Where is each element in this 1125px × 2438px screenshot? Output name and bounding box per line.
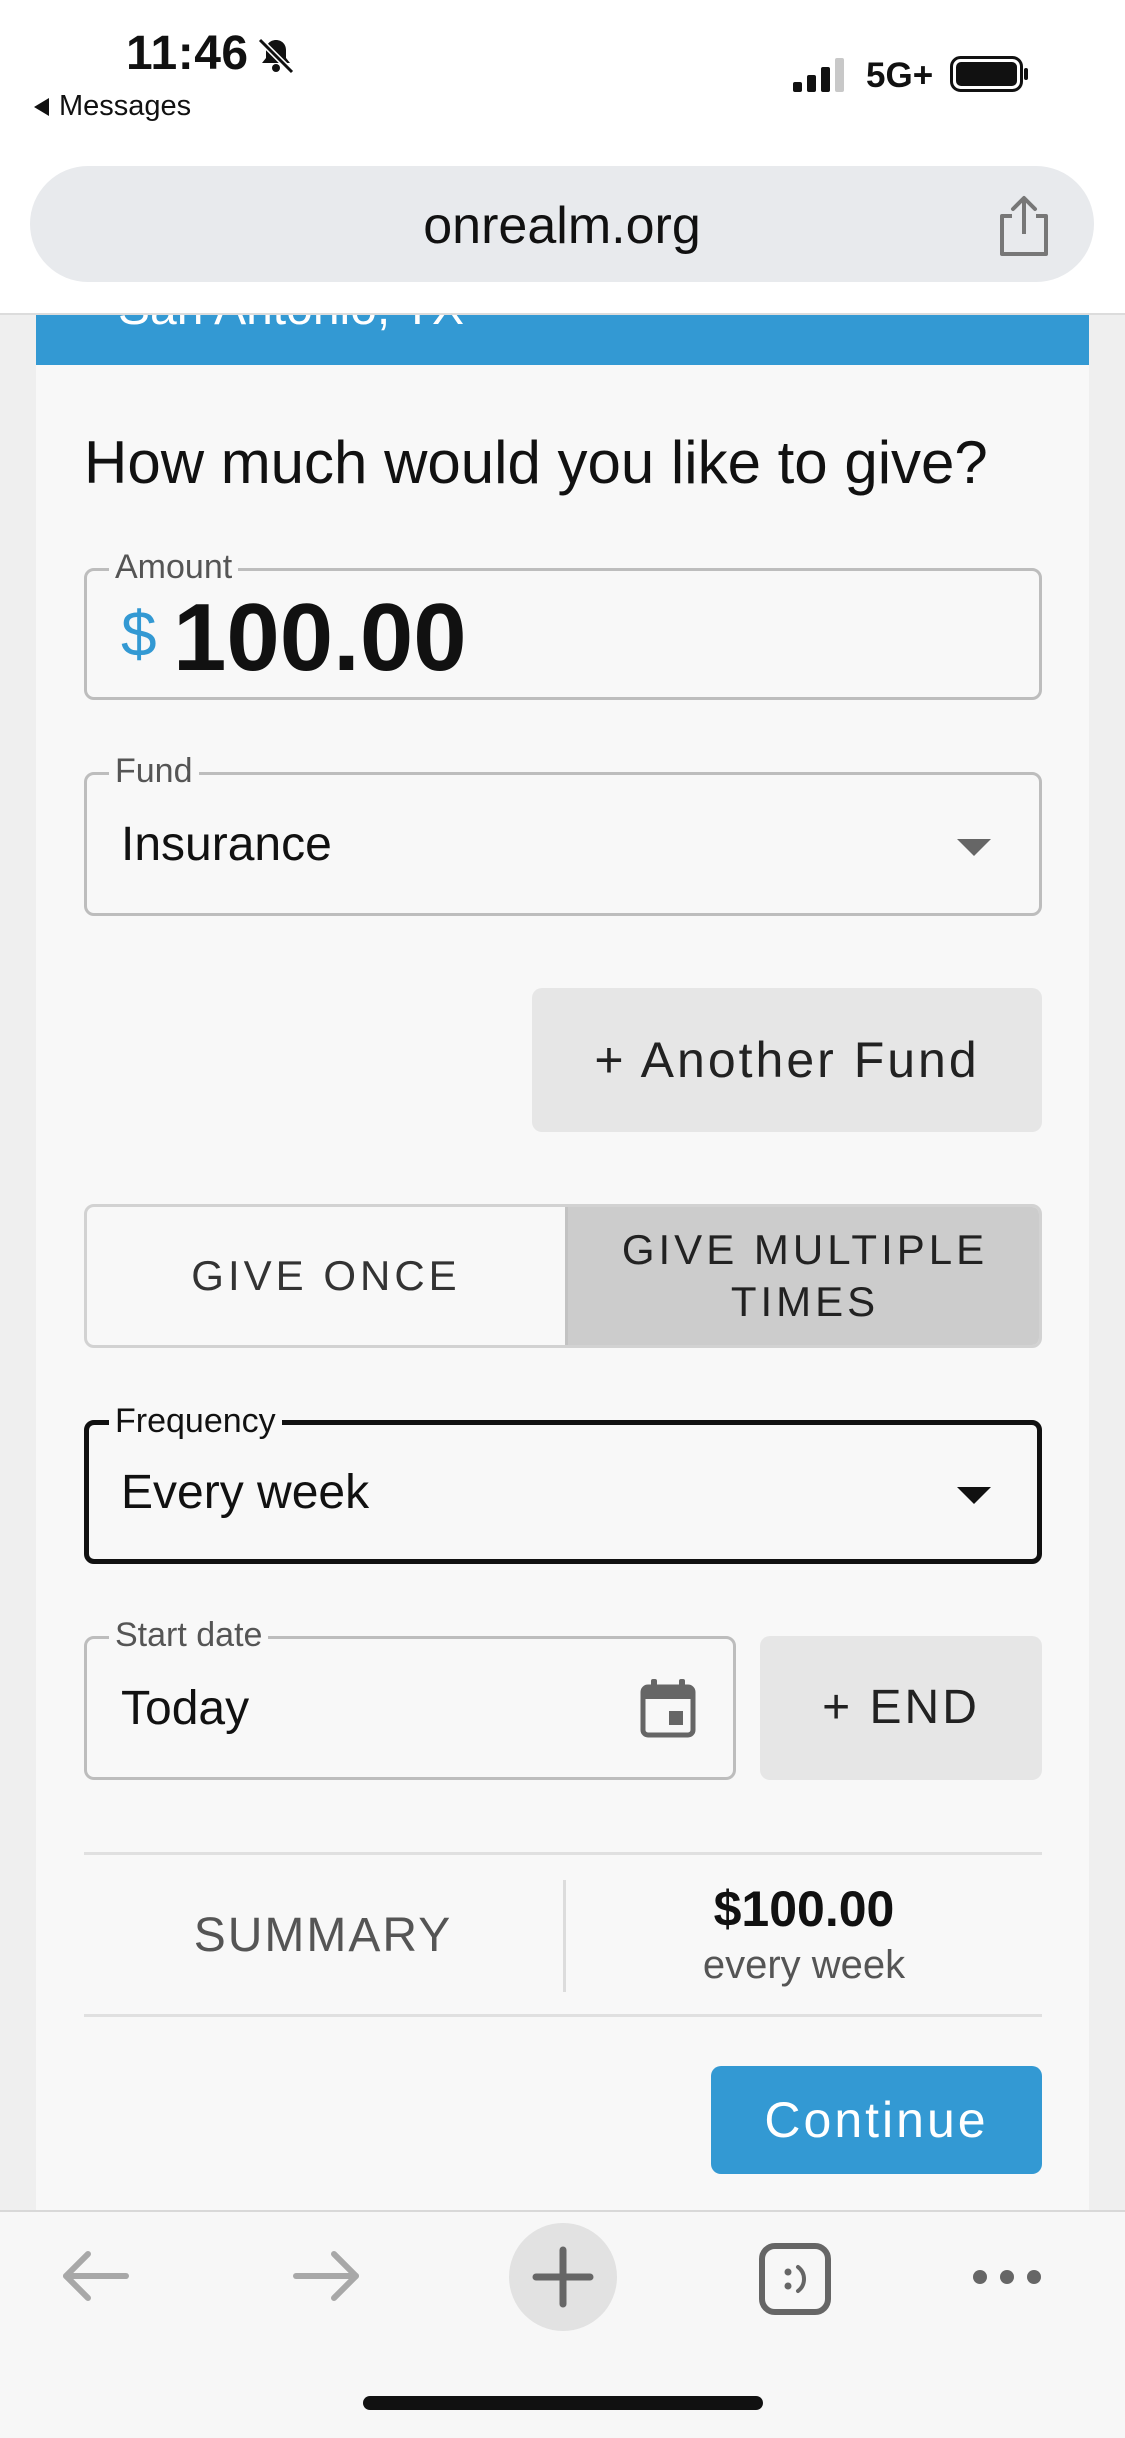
- new-tab-plus-icon[interactable]: [508, 2222, 618, 2332]
- network-type: 5G+: [866, 56, 934, 95]
- fund-select[interactable]: Fund Insurance: [84, 751, 1042, 916]
- amount-value: 100.00: [173, 584, 467, 691]
- forward-arrow-icon[interactable]: [292, 2248, 362, 2304]
- amount-label: Amount: [109, 547, 239, 587]
- frequency-label: Frequency: [109, 1401, 282, 1441]
- fund-value: Insurance: [121, 818, 332, 871]
- summary-frequency: every week: [702, 1943, 906, 1987]
- back-app-label: Messages: [59, 90, 192, 122]
- organization-header: San Antonio, TX: [36, 315, 1089, 365]
- share-icon[interactable]: [994, 194, 1054, 258]
- bell-slash-icon: [257, 37, 295, 75]
- currency-symbol: $: [121, 598, 157, 670]
- summary-top-divider: [84, 1852, 1042, 1855]
- give-once-label: GIVE ONCE: [191, 1252, 461, 1299]
- address-bar[interactable]: onrealm.org: [30, 166, 1094, 282]
- signal-icon: [793, 58, 844, 92]
- organization-location: San Antonio, TX: [118, 315, 464, 336]
- calendar-icon[interactable]: [637, 1677, 699, 1739]
- start-date-label: Start date: [109, 1615, 269, 1655]
- battery-icon: [950, 56, 1028, 92]
- summary-amount: $100.00: [713, 1881, 895, 1937]
- continue-button[interactable]: Continue: [711, 2066, 1042, 2174]
- give-once-option[interactable]: GIVE ONCE: [87, 1207, 565, 1345]
- url-text: onrealm.org: [423, 197, 701, 255]
- give-multiple-times-option[interactable]: GIVE MULTIPLE TIMES: [565, 1207, 1039, 1345]
- add-another-fund-button[interactable]: + Another Fund: [532, 988, 1042, 1132]
- back-arrow-icon[interactable]: [60, 2248, 130, 2304]
- frequency-select[interactable]: Frequency Every week: [84, 1401, 1042, 1564]
- give-multiple-times-label: GIVE MULTIPLE TIMES: [621, 1226, 989, 1325]
- chevron-down-icon: [957, 839, 991, 856]
- start-date-field[interactable]: Start date Today: [84, 1615, 736, 1780]
- summary-bottom-divider: [84, 2014, 1042, 2017]
- amount-field[interactable]: Amount $ 100.00: [84, 547, 1042, 700]
- more-icon[interactable]: [970, 2264, 1044, 2290]
- back-triangle-icon: [34, 98, 49, 117]
- form-question: How much would you like to give?: [84, 429, 988, 496]
- back-to-app-link[interactable]: Messages: [34, 90, 191, 123]
- frequency-value: Every week: [121, 1466, 370, 1519]
- home-indicator: [363, 2396, 763, 2410]
- give-frequency-toggle: GIVE ONCE GIVE MULTIPLE TIMES: [84, 1204, 1042, 1348]
- summary-label: SUMMARY: [193, 1909, 453, 1962]
- chevron-down-icon: [957, 1487, 991, 1504]
- fund-label: Fund: [109, 751, 199, 791]
- start-date-value: Today: [121, 1682, 250, 1735]
- status-time: 11:46: [126, 27, 249, 80]
- add-end-date-button[interactable]: + END: [760, 1636, 1042, 1780]
- tabs-icon[interactable]: [758, 2242, 832, 2316]
